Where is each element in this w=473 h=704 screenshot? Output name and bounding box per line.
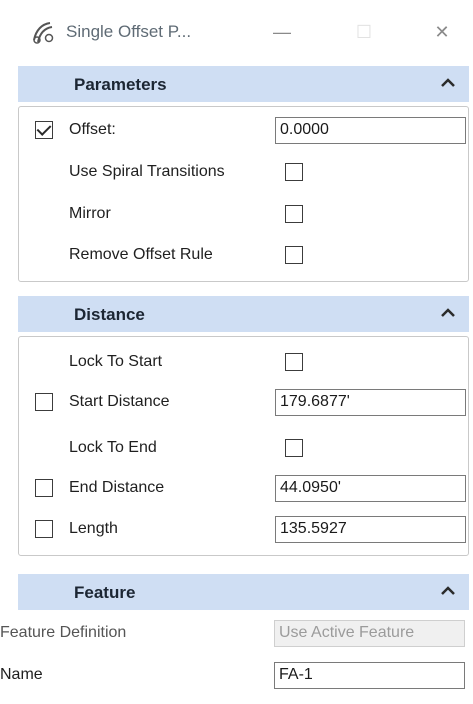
- feature-definition-label: Feature Definition: [0, 624, 127, 641]
- start-distance-label: Start Distance: [69, 393, 170, 410]
- lock-start-row: Lock To Start: [19, 349, 468, 377]
- close-button[interactable]: ✕: [422, 14, 462, 50]
- lock-start-label: Lock To Start: [69, 353, 163, 370]
- mirror-checkbox[interactable]: [285, 205, 303, 223]
- distance-header[interactable]: Distance: [18, 296, 469, 332]
- collapse-up-icon[interactable]: [441, 76, 455, 90]
- offset-label: Offset:: [69, 121, 116, 138]
- minimize-button[interactable]: —: [262, 14, 302, 50]
- lock-end-row: Lock To End: [19, 435, 468, 463]
- remove-rule-row: Remove Offset Rule: [19, 242, 468, 270]
- lock-start-checkbox[interactable]: [285, 353, 303, 371]
- start-distance-row: Start Distance 179.6877': [19, 389, 468, 417]
- length-checkbox[interactable]: [35, 520, 53, 538]
- feature-definition-row: Feature Definition Use Active Feature: [0, 620, 473, 648]
- end-distance-row: End Distance 44.0950': [19, 475, 468, 503]
- single-offset-window: Single Offset P... — ☐ ✕ Parameters Offs…: [0, 0, 473, 704]
- offset-checkbox[interactable]: [35, 121, 53, 139]
- remove-rule-checkbox[interactable]: [285, 246, 303, 264]
- spiral-row: Use Spiral Transitions: [19, 159, 468, 187]
- mirror-row: Mirror: [19, 201, 468, 229]
- name-label: Name: [0, 666, 43, 683]
- end-distance-checkbox[interactable]: [35, 479, 53, 497]
- distance-panel: Distance Lock To Start Start Distance 17…: [14, 296, 473, 558]
- feature-title: Feature: [74, 583, 136, 602]
- parameters-header[interactable]: Parameters: [18, 66, 469, 102]
- distance-title: Distance: [74, 305, 145, 324]
- start-distance-input[interactable]: 179.6877': [275, 389, 466, 416]
- parameters-panel: Parameters Offset: 0.0000 Use Spiral Tra…: [14, 66, 473, 286]
- length-input[interactable]: 135.5927: [275, 516, 466, 543]
- feature-header[interactable]: Feature: [18, 574, 469, 610]
- name-input[interactable]: FA-1: [274, 662, 465, 689]
- maximize-button[interactable]: ☐: [344, 14, 384, 50]
- name-row: Name FA-1: [0, 662, 473, 690]
- distance-body: Lock To Start Start Distance 179.6877' L…: [18, 336, 469, 556]
- offset-input[interactable]: 0.0000: [275, 117, 466, 144]
- feature-panel: Feature Feature Definition Use Active Fe…: [0, 574, 473, 704]
- lock-end-checkbox[interactable]: [285, 439, 303, 457]
- start-distance-checkbox[interactable]: [35, 393, 53, 411]
- lock-end-label: Lock To End: [69, 439, 157, 456]
- remove-rule-label: Remove Offset Rule: [69, 246, 213, 263]
- length-label: Length: [69, 520, 118, 537]
- length-row: Length 135.5927: [19, 516, 468, 544]
- spiral-label: Use Spiral Transitions: [69, 163, 225, 180]
- feature-definition-select: Use Active Feature: [274, 620, 465, 647]
- parameters-body: Offset: 0.0000 Use Spiral Transitions Mi…: [18, 106, 469, 282]
- end-distance-input[interactable]: 44.0950': [275, 475, 466, 502]
- mirror-label: Mirror: [69, 205, 111, 222]
- end-distance-label: End Distance: [69, 479, 165, 496]
- offset-tool-icon: [30, 20, 56, 46]
- window-title: Single Offset P...: [66, 22, 192, 41]
- title-bar[interactable]: Single Offset P... — ☐ ✕: [14, 0, 473, 64]
- offset-row: Offset: 0.0000: [19, 117, 468, 145]
- spiral-checkbox[interactable]: [285, 163, 303, 181]
- collapse-up-icon[interactable]: [441, 306, 455, 320]
- parameters-title: Parameters: [74, 75, 167, 94]
- collapse-up-icon[interactable]: [441, 584, 455, 598]
